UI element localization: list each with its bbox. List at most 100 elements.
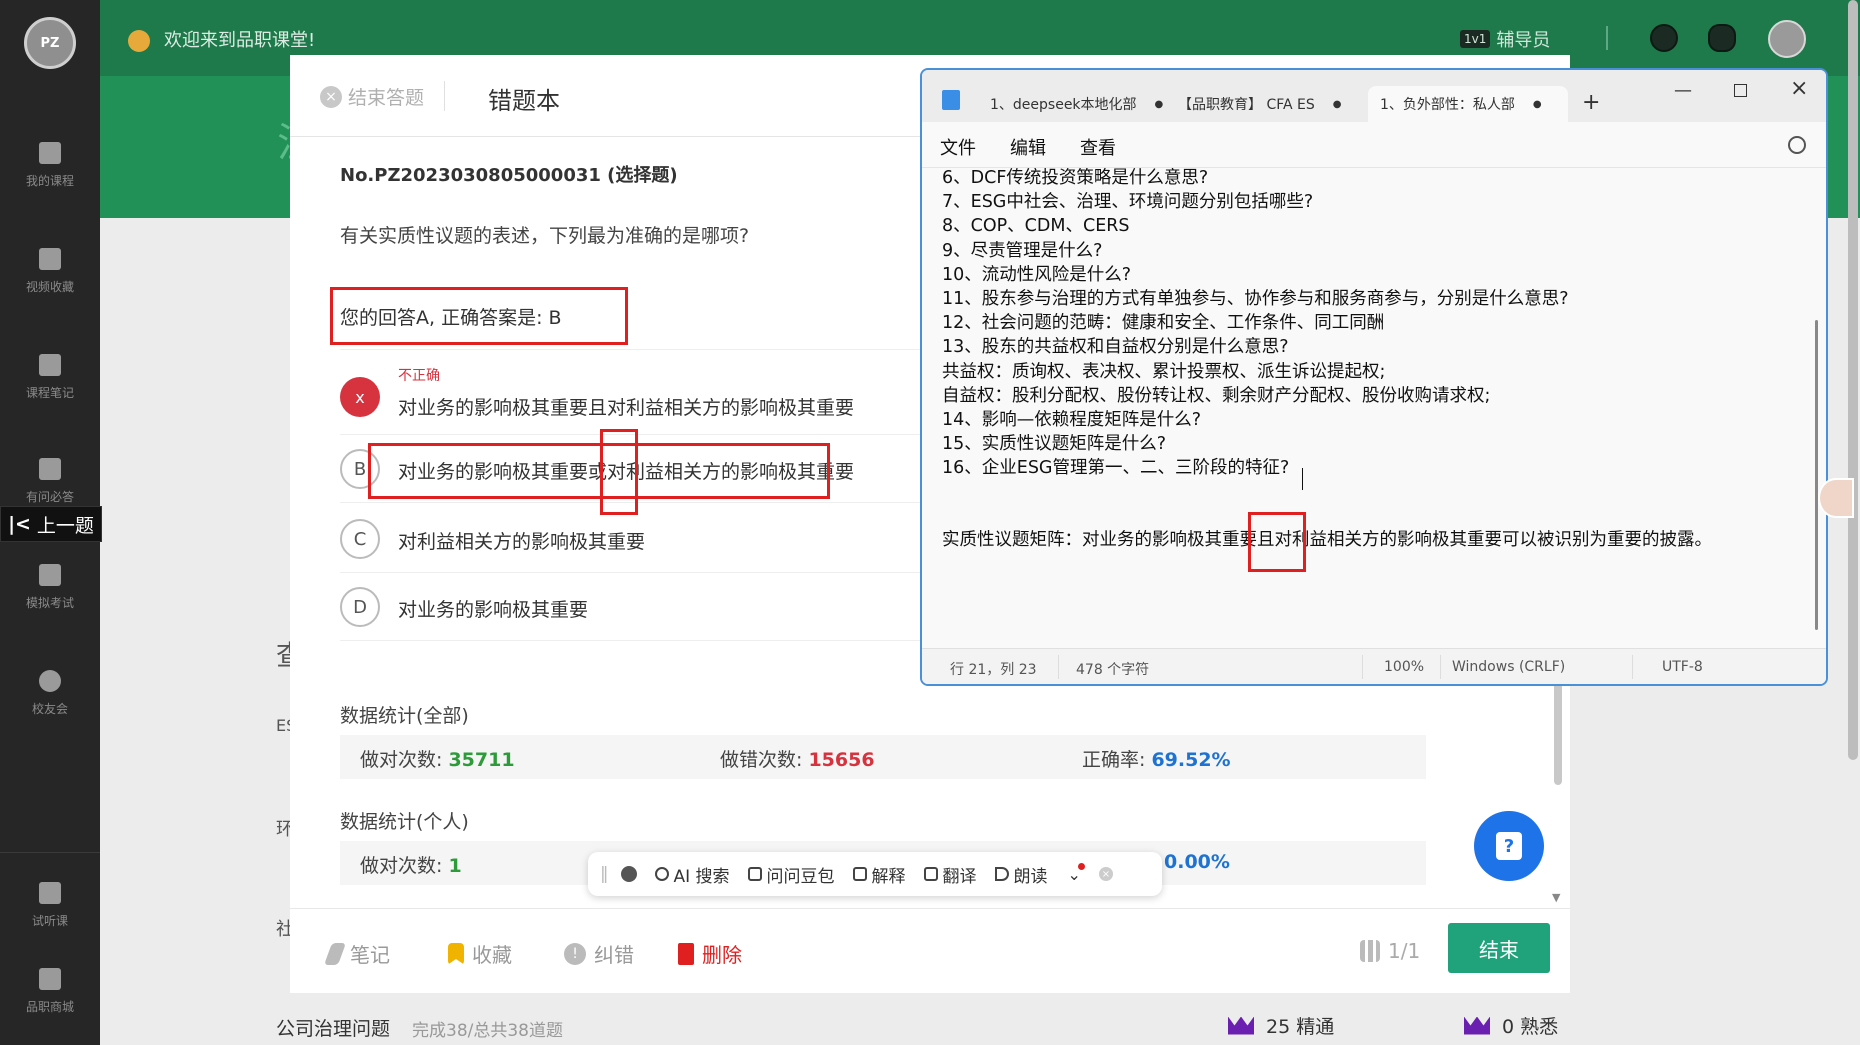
question-icon: ? <box>1496 832 1522 860</box>
translate-button[interactable]: 翻译 <box>923 862 977 887</box>
settings-gear-icon[interactable] <box>1788 136 1806 154</box>
notepad-line: 11、股东参与治理的方式有单独参与、协作参与和服务商参与，分别是什么意思? <box>942 289 1569 310</box>
note-button[interactable]: 笔记 <box>323 939 390 968</box>
ai-search-button[interactable]: AI 搜索 <box>654 862 730 887</box>
matrix-definition-line[interactable]: 实质性议题矩阵：对业务的影响极其重要且对利益相关方的影响极其重要可以被识别为重要… <box>942 528 1712 552</box>
sidebar-item-store[interactable]: 品职商城 <box>0 956 100 1026</box>
notepad-line: 自益权：股利分配权、股份转让权、剩余财产分配权、股份收购请求权; <box>942 385 1491 406</box>
scroll-down-icon[interactable]: ▼ <box>1552 891 1560 904</box>
help-float-button[interactable]: ? <box>1474 811 1544 881</box>
read-aloud-button[interactable]: 朗读 <box>994 862 1048 887</box>
new-tab-icon[interactable]: + <box>1582 90 1600 115</box>
unsaved-dot-icon: ● <box>1332 98 1342 110</box>
crown-icon <box>1464 1016 1490 1035</box>
book-icon <box>852 867 867 881</box>
help-icon[interactable] <box>1650 24 1678 52</box>
note-icon <box>39 353 61 376</box>
notepad-status-bar: 行 21，列 23 478 个字符 100% Windows (CRLF) UT… <box>922 648 1826 684</box>
crown-icon <box>1228 1016 1254 1035</box>
stats-all-title: 数据统计(全部) <box>340 705 469 727</box>
avatar[interactable] <box>1768 20 1806 58</box>
notepad-scrollbar[interactable] <box>1815 320 1818 630</box>
sidebar-item-alumni[interactable]: 校友会 <box>0 658 100 728</box>
notepad-tab-bar: 1、deepseek本地化部 ● 【品职教育】 CFA ES ● 1、负外部性：私人… <box>922 70 1826 122</box>
wave-hand-icon <box>128 30 150 52</box>
message-icon[interactable] <box>1708 24 1736 52</box>
option-letter: D <box>340 587 380 627</box>
notepad-line: 9、尽责管理是什么? <box>942 240 1103 261</box>
chat-icon <box>39 457 61 480</box>
notepad-line: 共益权：质询权、表决权、累计投票权、派生诉讼提起权; <box>942 361 1386 382</box>
highlight-box <box>600 429 638 515</box>
maximize-icon[interactable] <box>1734 84 1747 97</box>
course-icon <box>39 141 61 164</box>
finish-button[interactable]: 结束 <box>1448 923 1550 973</box>
close-icon[interactable]: × <box>1098 867 1113 881</box>
page-scrollbar[interactable] <box>1848 0 1858 760</box>
more-chevron-icon[interactable]: ⌄ <box>1068 862 1085 884</box>
modal-scrollbar[interactable] <box>1554 675 1562 785</box>
personal-correct-count: 做对次数: 1 <box>360 855 462 877</box>
close-icon: × <box>320 85 342 108</box>
sidebar-item-my-courses[interactable]: 我的课程 <box>0 130 100 200</box>
notepad-tab[interactable]: 1、deepseek本地化部 ● <box>990 86 1163 122</box>
welcome-text: 欢迎来到品职课堂! <box>164 30 316 51</box>
text-selection-toolbar: ‖ AI 搜索 问问豆包 解释 翻译 朗读 ⌄ × <box>588 852 1162 896</box>
familiar-count: 0 熟悉 <box>1464 1012 1558 1039</box>
unsaved-dot-icon: ● <box>1532 98 1542 110</box>
report-error-button[interactable]: ! 纠错 <box>564 939 634 968</box>
monitor-icon <box>39 881 61 904</box>
box-icon <box>39 967 61 990</box>
prev-question-button[interactable]: |< 上一题 <box>0 506 102 542</box>
menu-edit[interactable]: 编辑 <box>1010 134 1046 160</box>
notepad-line: 8、COP、CDM、CERS <box>942 216 1130 237</box>
translate-icon <box>923 867 938 881</box>
notepad-line: 7、ESG中社会、治理、环境问题分别包括哪些? <box>942 192 1314 213</box>
close-window-icon[interactable]: × <box>1790 76 1808 101</box>
bookmark-icon <box>39 247 61 270</box>
notepad-tab-active[interactable]: 1、负外部性：私人部 ● <box>1368 86 1568 122</box>
notepad-text-area[interactable]: 6、DCF传统投资策略是什么意思? 7、ESG中社会、治理、环境问题分别包括哪些?… <box>942 166 1569 481</box>
wrong-count: 做错次数: 15656 <box>720 749 875 771</box>
tutor-badge: 1v1 <box>1460 30 1491 48</box>
stats-all-bar: 做对次数: 35711 做错次数: 15656 正确率: 69.52% <box>340 735 1426 779</box>
left-sidebar: PZ 我的课程 视频收藏 课程笔记 有问必答 |< 上一题 模拟考试 校友会 试… <box>0 0 102 1045</box>
explain-button[interactable]: 解释 <box>852 862 906 887</box>
modal-footer: 笔记 收藏 ! 纠错 删除 1/1 结束 <box>290 908 1570 993</box>
correct-rate: 正确率: 69.52% <box>1082 749 1231 771</box>
sidebar-item-video-favorites[interactable]: 视频收藏 <box>0 236 100 306</box>
ask-doubao-button[interactable]: 问问豆包 <box>747 862 835 887</box>
personal-correct-rate: 0.00% <box>1164 851 1230 873</box>
sidebar-item-mock-exam[interactable]: 模拟考试 <box>0 552 100 622</box>
modal-title: 错题本 <box>488 87 560 115</box>
menu-file[interactable]: 文件 <box>940 134 976 160</box>
speaker-icon <box>994 867 1009 881</box>
menu-view[interactable]: 查看 <box>1080 134 1116 160</box>
highlight-box <box>330 287 628 345</box>
status-divider <box>1362 655 1363 679</box>
option-text: 对业务的影响极其重要且对利益相关方的影响极其重要 <box>398 397 855 419</box>
notepad-line: 6、DCF传统投资策略是什么意思? <box>942 168 1209 188</box>
question-grid-button[interactable]: 1/1 <box>1360 939 1420 963</box>
notepad-tab[interactable]: 【品职教育】 CFA ES ● <box>1178 86 1342 122</box>
drag-handle-icon[interactable]: ‖ <box>600 864 609 884</box>
notepad-window: 1、deepseek本地化部 ● 【品职教育】 CFA ES ● 1、负外部性：私人… <box>920 68 1828 686</box>
bookmark-icon <box>448 942 464 965</box>
end-answer-button[interactable]: × 结束答题 <box>320 83 424 110</box>
delete-button[interactable]: 删除 <box>678 939 742 968</box>
smile-icon <box>39 669 61 692</box>
status-divider <box>1632 655 1633 679</box>
search-icon <box>654 867 669 881</box>
notepad-line: 12、社会问题的范畴：健康和安全、工作条件、同工同酬 <box>942 313 1385 334</box>
assistant-avatar[interactable] <box>1818 478 1854 518</box>
alert-icon: ! <box>564 942 586 965</box>
divider <box>1606 26 1608 50</box>
favorite-button[interactable]: 收藏 <box>448 939 512 968</box>
sidebar-item-trial-class[interactable]: 试听课 <box>0 870 100 940</box>
trash-icon <box>678 942 694 965</box>
sidebar-item-course-notes[interactable]: 课程笔记 <box>0 342 100 412</box>
minimize-icon[interactable]: — <box>1674 80 1692 101</box>
prev-arrow-icon: |< <box>8 513 31 535</box>
behind-course-progress: 完成38/总共38道题 <box>412 1021 563 1041</box>
tutor-button[interactable]: 1v1 辅导员 <box>1460 26 1550 52</box>
